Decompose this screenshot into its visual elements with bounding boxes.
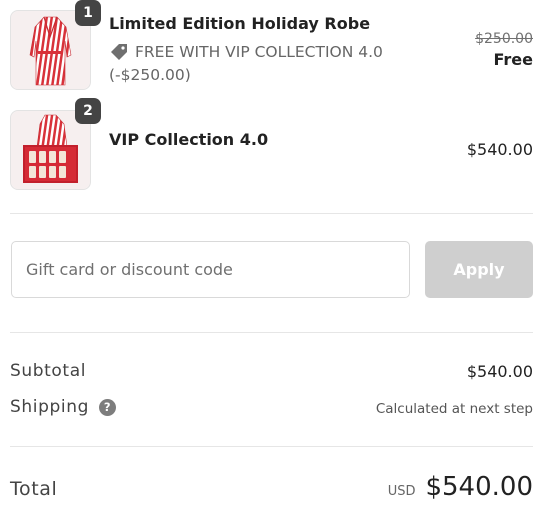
tag-icon — [111, 44, 127, 60]
discount-amount: (-$250.00) — [109, 66, 191, 84]
section-divider — [10, 446, 533, 447]
section-divider — [10, 213, 533, 214]
current-price: $540.00 — [466, 140, 533, 159]
shipping-label: Shipping — [10, 397, 89, 417]
quantity-badge: 2 — [75, 98, 101, 124]
shipping-row: Shipping? — [10, 397, 116, 417]
line-item: 1 Limited Edition Holiday Robe FREE WITH… — [0, 0, 537, 100]
current-price: Free — [493, 50, 534, 69]
discount-code-input[interactable] — [11, 241, 410, 298]
section-divider — [10, 332, 533, 333]
price-block: $250.00 Free — [475, 31, 533, 69]
shipping-value: Calculated at next step — [375, 401, 533, 417]
currency-code: USD — [387, 484, 416, 499]
total-label: Total — [10, 478, 58, 500]
subtotal-label: Subtotal — [10, 361, 87, 381]
original-price: $250.00 — [475, 31, 533, 47]
total-value: $540.00 — [425, 472, 533, 502]
apply-button[interactable]: Apply — [425, 241, 533, 298]
discount-tag: FREE WITH VIP COLLECTION 4.0 — [109, 42, 383, 62]
help-icon[interactable]: ? — [98, 398, 116, 416]
product-name: Limited Edition Holiday Robe — [109, 14, 371, 33]
quantity-badge: 1 — [75, 0, 101, 26]
discount-label: FREE WITH VIP COLLECTION 4.0 — [135, 43, 383, 61]
line-item: 2 VIP Collection 4.0 $540.00 — [0, 98, 537, 198]
total-block: USD $540.00 — [388, 472, 533, 502]
product-name: VIP Collection 4.0 — [109, 130, 269, 149]
subtotal-value: $540.00 — [466, 362, 533, 381]
